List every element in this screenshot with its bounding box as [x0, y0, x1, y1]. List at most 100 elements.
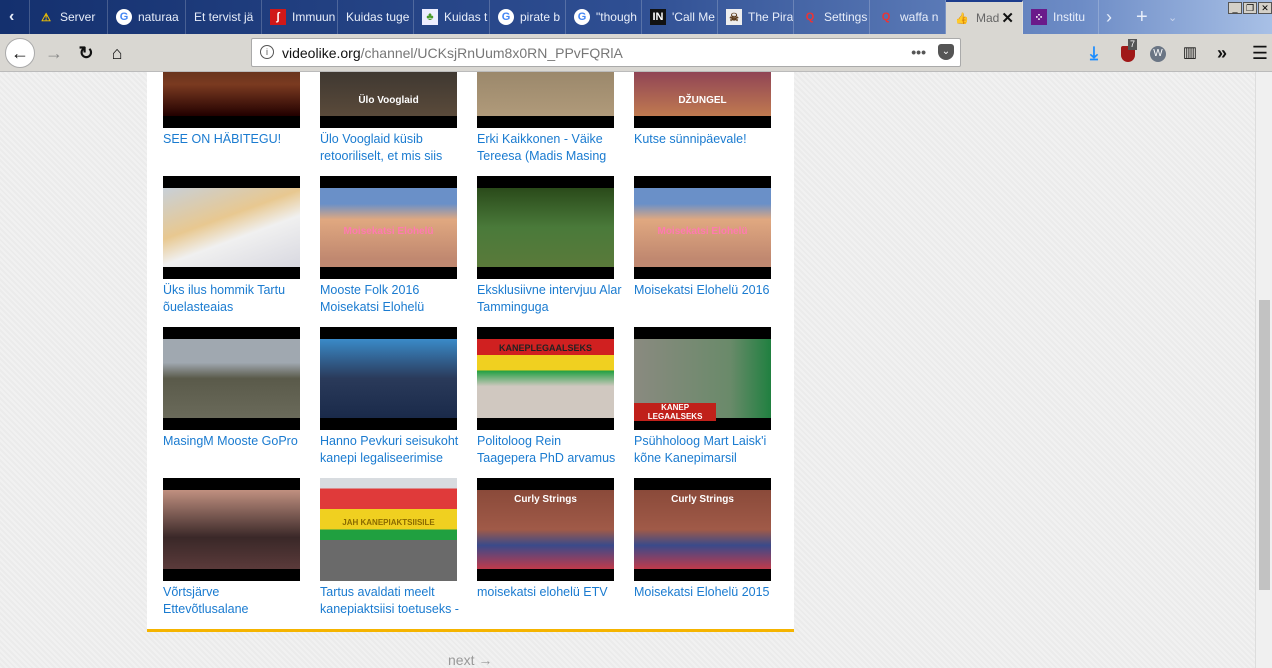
tab-label: Mad: [976, 11, 1000, 25]
reload-button[interactable]: ↻: [72, 39, 100, 67]
video-item: KANEPLEGAALSEKS Politoloog Rein Taagepera…: [477, 327, 622, 467]
video-title-link[interactable]: Hanno Pevkuri seisukoht kanepi legalisee…: [320, 433, 465, 467]
tab-label: naturaa: [138, 10, 179, 24]
tab[interactable]: Gpirate b: [490, 0, 566, 34]
tab[interactable]: Et tervist jä: [186, 0, 262, 34]
info-icon[interactable]: i: [260, 45, 274, 59]
thumbnail-caption: DŽUNGEL: [678, 95, 727, 106]
video-thumbnail[interactable]: [163, 176, 300, 279]
video-item: Võrtsjärve Ettevõtlusalane Noortefoorum: [163, 478, 308, 618]
video-thumbnail[interactable]: Moisekatsi Elohelü: [320, 176, 457, 279]
tab-label: Settings: [824, 10, 868, 24]
video-item: Üks ilus hommik Tartu õuelasteaias: [163, 176, 308, 316]
video-title-link[interactable]: Eksklusiivne intervjuu Alar Tamminguga: [477, 282, 622, 316]
tab[interactable]: G "though: [566, 0, 642, 34]
video-title-link[interactable]: Psühholoog Mart Laisk'i kõne Kanepimarsi…: [634, 433, 784, 467]
tabs-scroll-left-button[interactable]: ‹: [0, 0, 30, 34]
url-host: videolike.org: [282, 44, 361, 61]
sidebar-icon[interactable]: ▥: [1176, 39, 1204, 67]
tab[interactable]: ⚠ Server: [30, 0, 108, 34]
close-window-button[interactable]: ✕: [1258, 2, 1272, 14]
video-title-link[interactable]: Moisekatsi Elohelü 2016: [634, 282, 784, 316]
tabs-scroll-right-button[interactable]: ›: [1098, 0, 1122, 34]
close-tab-icon[interactable]: ✕: [1001, 9, 1014, 27]
back-button[interactable]: ←: [5, 38, 35, 68]
video-title-link[interactable]: Erki Kaikkonen - Väike Tereesa (Madis Ma…: [477, 131, 622, 165]
tab[interactable]: Q Settings: [794, 0, 870, 34]
tab[interactable]: ♣ Kuidas t: [414, 0, 490, 34]
hamburger-menu-icon[interactable]: ☰: [1246, 39, 1272, 67]
thumbnail-caption: Moisekatsi Elohelü: [657, 226, 748, 237]
video-title-link[interactable]: Mooste Folk 2016 Moisekatsi Elohelü: [320, 282, 465, 316]
thumbnail-caption: Curly Strings: [671, 494, 734, 505]
video-title-link[interactable]: Võrtsjärve Ettevõtlusalane Noortefoorum: [163, 584, 308, 618]
video-thumbnail[interactable]: [477, 72, 614, 128]
tab[interactable]: IN 'Call Me: [642, 0, 718, 34]
video-item: Hanno Pevkuri seisukoht kanepi legalisee…: [320, 327, 465, 467]
video-item: Curly Strings Moisekatsi Elohelü 2015: [634, 478, 779, 618]
google-icon: G: [574, 9, 590, 25]
video-title-link[interactable]: SEE ON HÄBITEGU!: [163, 131, 308, 165]
video-item: Eksklusiivne intervjuu Alar Tamminguga: [477, 176, 622, 316]
video-thumbnail[interactable]: Moisekatsi Elohelü: [634, 176, 771, 279]
download-icon[interactable]: ⤓: [1080, 39, 1108, 67]
address-bar[interactable]: i videolike.org/channel/UCKsjRnUum8x0RN_…: [251, 38, 961, 67]
thumbnail-caption: Curly Strings: [514, 494, 577, 505]
video-title-link[interactable]: Kutse sünnipäevale!: [634, 131, 784, 165]
video-item: Ülo Vooglaid Ülo Vooglaid küsib retoorili…: [320, 72, 465, 165]
institute-icon: ⁘: [1031, 9, 1047, 25]
minimize-button[interactable]: _: [1228, 2, 1242, 14]
warning-icon: ⚠: [41, 11, 51, 24]
w-extension-icon[interactable]: W: [1144, 39, 1172, 67]
page-actions-icon[interactable]: •••: [911, 44, 926, 60]
tab-label: The Pira: [748, 10, 794, 24]
video-thumbnail[interactable]: [163, 478, 300, 581]
video-thumbnail[interactable]: [163, 72, 300, 128]
video-thumbnail[interactable]: KANEP LEGAALSEKS: [634, 327, 771, 430]
tab[interactable]: Qwaffa n: [870, 0, 946, 34]
video-item: SEE ON HÄBITEGU!: [163, 72, 308, 165]
google-icon: G: [498, 9, 514, 25]
home-button[interactable]: ⌂: [103, 39, 131, 67]
tab[interactable]: ʃ Immuun: [262, 0, 338, 34]
pocket-icon[interactable]: ⌄: [938, 44, 954, 60]
video-item: Curly Strings moisekatsi elohelü ETV: [477, 478, 622, 618]
tab[interactable]: 👍 Mad ✕: [946, 0, 1023, 34]
tab[interactable]: Kuidas tuge: [338, 0, 414, 34]
video-thumbnail[interactable]: [320, 327, 457, 430]
video-title-link[interactable]: Politoloog Rein Taagepera PhD arvamus: [477, 433, 622, 467]
page-content: SEE ON HÄBITEGU! Ülo Vooglaid Ülo Vooglaid…: [0, 72, 1255, 668]
video-title-link[interactable]: moisekatsi elohelü ETV: [477, 584, 622, 618]
video-title-link[interactable]: Tartus avaldati meelt kanepiaktsiisi toe…: [320, 584, 465, 618]
q-icon: Q: [881, 11, 891, 23]
tab-label: Institu: [1053, 10, 1086, 24]
tab-list-button[interactable]: ⌄: [1160, 0, 1184, 34]
overflow-menu-icon[interactable]: »: [1208, 39, 1236, 67]
tab-label: waffa n: [900, 10, 939, 24]
tab[interactable]: ⁘ Institu: [1023, 0, 1099, 34]
video-title-link[interactable]: Moisekatsi Elohelü 2015: [634, 584, 784, 618]
video-thumbnail[interactable]: Curly Strings: [477, 478, 614, 581]
video-title-link[interactable]: Üks ilus hommik Tartu õuelasteaias: [163, 282, 308, 316]
next-page-link[interactable]: next →: [448, 652, 492, 668]
video-item: Moisekatsi Elohelü Moisekatsi Elohelü 201…: [634, 176, 779, 316]
video-thumbnail[interactable]: JAH KANEPIAKTSIISILE: [320, 478, 457, 581]
video-thumbnail[interactable]: DŽUNGEL: [634, 72, 771, 128]
video-item: DŽUNGEL Kutse sünnipäevale!: [634, 72, 779, 165]
forward-button[interactable]: →: [40, 39, 68, 67]
video-thumbnail[interactable]: Ülo Vooglaid: [320, 72, 457, 128]
video-thumbnail[interactable]: KANEPLEGAALSEKS: [477, 327, 614, 430]
video-title-link[interactable]: Ülo Vooglaid küsib retooriliselt, et mis…: [320, 131, 465, 165]
tab[interactable]: Gnaturaa: [108, 0, 186, 34]
new-tab-button[interactable]: +: [1128, 0, 1152, 34]
tab[interactable]: ☠ The Pira: [718, 0, 794, 34]
video-thumbnail[interactable]: [163, 327, 300, 430]
vertical-scrollbar[interactable]: [1255, 72, 1272, 668]
video-thumbnail[interactable]: [477, 176, 614, 279]
video-title-link[interactable]: MasingM Mooste GoPro: [163, 433, 308, 467]
video-thumbnail[interactable]: Curly Strings: [634, 478, 771, 581]
navigation-toolbar: ← → ↻ ⌂ i videolike.org/channel/UCKsjRnU…: [0, 34, 1272, 72]
scrollbar-thumb[interactable]: [1259, 300, 1270, 590]
restore-button[interactable]: ❐: [1243, 2, 1257, 14]
ublock-icon[interactable]: 7: [1114, 39, 1142, 67]
